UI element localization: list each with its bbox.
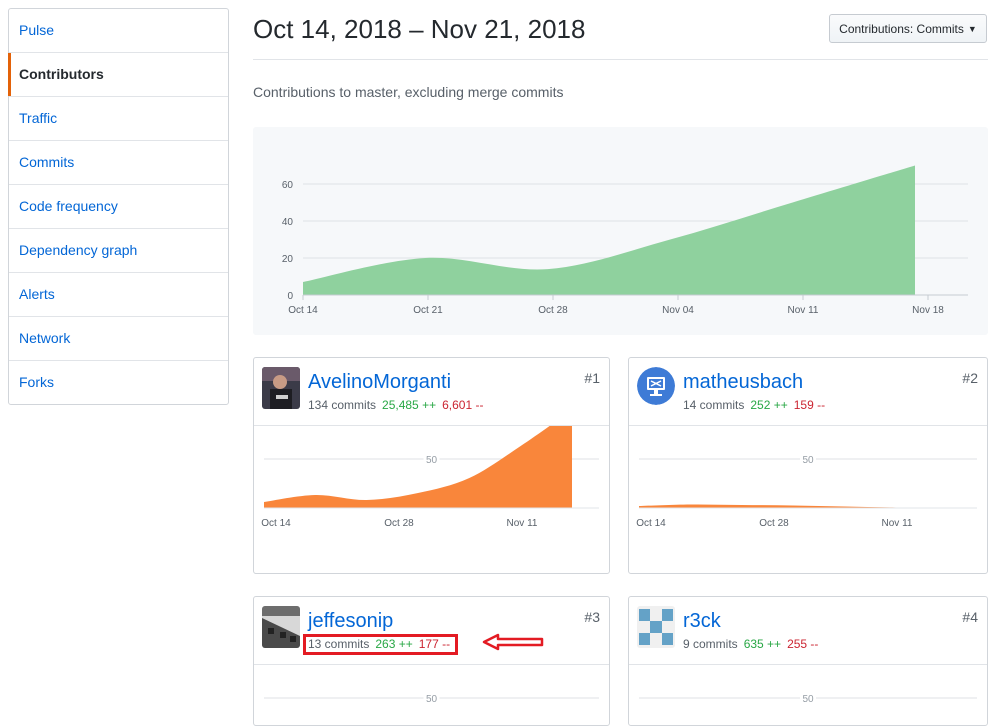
additions-count: 635 ++ [743,637,782,651]
contributor-rank: #1 [584,370,600,386]
avatar[interactable] [637,606,675,648]
y-tick-label: 40 [282,217,294,228]
commit-count[interactable]: 14 commits [683,398,744,412]
sidebar-item-commits[interactable]: Commits [9,140,228,184]
deletions-count: 255 -- [787,637,819,651]
additions-count: 25,485 ++ [382,398,437,412]
y-tick-label: 50 [802,455,814,466]
contributor-card: matheusbach 14 commits 252 ++ 159 -- #2 50… [628,357,988,574]
commits-area-series [303,165,915,295]
main-contributions-chart: 0 20 40 60 Oct 14 Oct 21 Oct 28 Nov 04 Nov 11 Nov… [253,127,988,335]
contributor-chart: 50 Oct 14 Oct 28 Nov 11 [261,426,599,529]
sidebar-item-contributors[interactable]: Contributors [8,52,228,96]
sidebar-item-dependency-graph[interactable]: Dependency graph [9,228,228,272]
chart-subtitle: Contributions to master, excluding merge… [253,84,564,100]
contributor-chart: 50 [639,692,977,705]
avatar[interactable] [262,606,300,648]
contributor-login[interactable]: jeffesonip [308,610,393,633]
x-tick-label: Oct 14 [288,305,318,316]
contributor-chart: 50 [264,692,599,705]
commit-count[interactable]: 134 commits [308,398,376,412]
y-tick-label: 20 [282,254,294,265]
sidebar-item-traffic[interactable]: Traffic [9,96,228,140]
sidebar-item-forks[interactable]: Forks [9,360,228,404]
x-tick-label: Nov 04 [662,305,694,316]
x-tick-label: Nov 18 [912,305,944,316]
highlight-box [303,634,458,655]
identicon-icon [637,606,675,648]
avatar[interactable] [262,367,300,409]
additions-count: 252 ++ [750,398,788,412]
contributor-stats: 14 commits 252 ++ 159 -- [683,398,825,412]
commit-count[interactable]: 9 commits [683,637,738,651]
x-tick-label: Oct 14 [261,518,291,529]
contributor-stats: 134 commits 25,485 ++ 6,601 -- [308,398,483,412]
x-tick-label: Oct 28 [384,518,414,529]
x-tick-label: Nov 11 [882,518,913,529]
monitor-icon [637,367,675,405]
commits-area-series [264,426,572,508]
contributor-rank: #3 [584,609,600,625]
contributor-stats: 9 commits 635 ++ 255 -- [683,637,818,651]
header-divider [253,59,988,60]
sidebar-nav: Pulse Contributors Traffic Commits Code … [8,8,229,405]
left-arrow-icon [482,633,544,651]
x-tick-label: Nov 11 [507,518,538,529]
x-tick-label: Nov 11 [788,305,819,316]
x-tick-label: Oct 28 [538,305,568,316]
y-tick-label: 0 [287,291,293,302]
card-header: matheusbach 14 commits 252 ++ 159 -- #2 [629,358,987,426]
sidebar-item-alerts[interactable]: Alerts [9,272,228,316]
contributor-card: AvelinoMorganti 134 commits 25,485 ++ 6,60… [253,357,610,574]
x-tick-label: Oct 14 [636,518,666,529]
contributor-chart: 50 Oct 14 Oct 28 Nov 11 [636,453,977,529]
contributor-login[interactable]: matheusbach [683,371,803,394]
date-range-title: Oct 14, 2018 – Nov 21, 2018 [253,14,586,44]
y-tick-label: 60 [282,180,294,191]
contributor-rank: #4 [962,609,978,625]
x-tick-label: Oct 28 [759,518,789,529]
deletions-count: 159 -- [793,398,826,412]
x-tick-label: Oct 21 [413,305,443,316]
y-tick-label: 50 [802,694,814,705]
sidebar-item-network[interactable]: Network [9,316,228,360]
contributor-login[interactable]: r3ck [683,610,721,633]
y-tick-label: 50 [426,694,438,705]
sidebar-item-pulse[interactable]: Pulse [9,9,228,52]
card-header: AvelinoMorganti 134 commits 25,485 ++ 6,60… [254,358,609,426]
dropdown-label: Contributions: Commits [839,22,964,36]
contributions-type-dropdown[interactable]: Contributions: Commits ▼ [829,14,987,43]
commits-area-series [639,504,947,508]
main-chart-svg: 0 20 40 60 Oct 14 Oct 21 Oct 28 Nov 04 Nov 11 Nov… [282,165,968,316]
contributor-card: jeffesonip 13 commits 263 ++ 177 -- #3 50 [253,596,610,726]
contributor-login[interactable]: AvelinoMorganti [308,371,451,394]
contributor-card: r3ck 9 commits 635 ++ 255 -- #4 50 [628,596,988,726]
contributor-rank: #2 [962,370,978,386]
y-tick-label: 50 [426,455,438,466]
card-header: r3ck 9 commits 635 ++ 255 -- #4 [629,597,987,665]
deletions-count: 6,601 -- [442,398,484,412]
caret-down-icon: ▼ [967,24,977,34]
sidebar-item-code-frequency[interactable]: Code frequency [9,184,228,228]
avatar[interactable] [637,367,675,405]
